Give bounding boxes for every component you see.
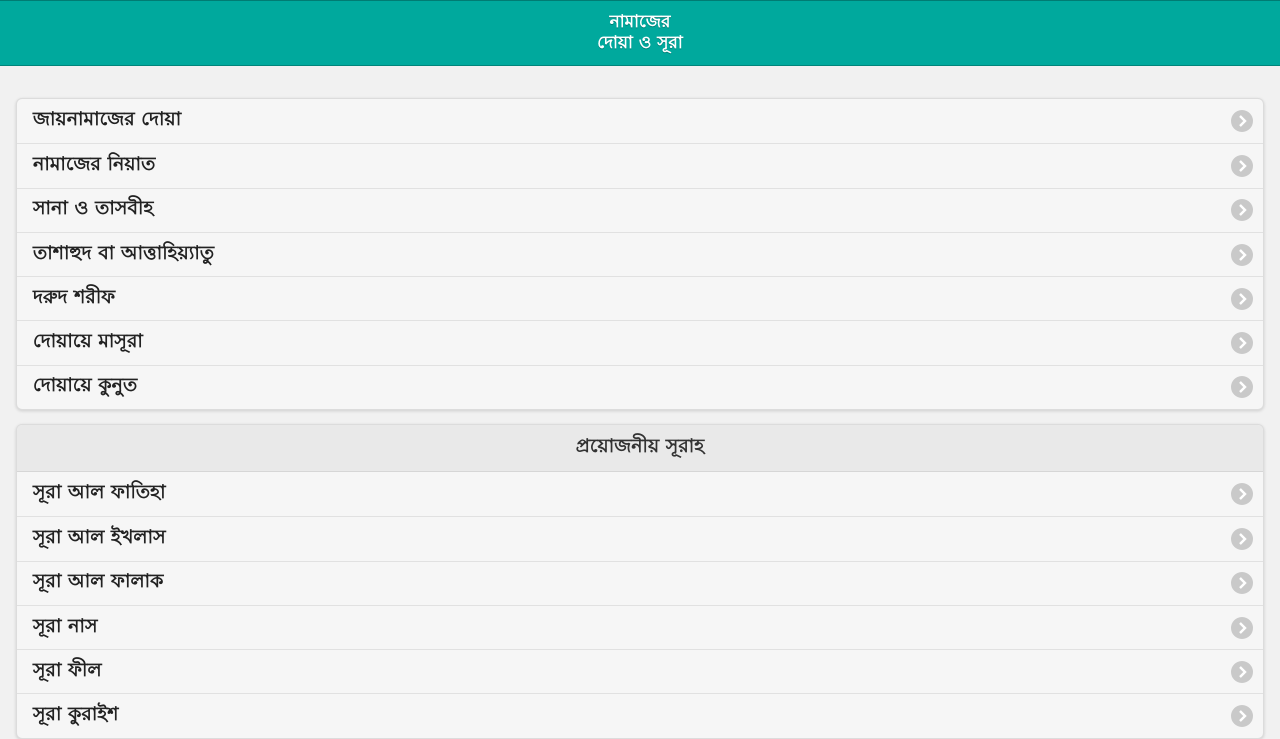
list-item-label: সূরা নাস: [33, 614, 98, 637]
chevron-right-icon: [1231, 616, 1253, 639]
list-item-label: দরুদ শরীফ: [33, 285, 116, 308]
list-item-label: তাশাহুদ বা আত্তাহিয়্যাতু: [33, 241, 215, 264]
list-item-dua-masura[interactable]: দোয়ায়ে মাসূরা: [17, 320, 1263, 364]
list-item-label: সূরা আল ফালাক: [33, 570, 164, 593]
list-item-label: দোয়ায়ে কুনুত: [33, 374, 138, 397]
list-item-sana-tasbih[interactable]: সানা ও তাসবীহ: [17, 187, 1263, 232]
chevron-right-icon: [1231, 660, 1253, 683]
list-item-surah-fil[interactable]: সূরা ফীল: [17, 649, 1263, 693]
list-item-label: নামাজের নিয়াত: [33, 152, 156, 175]
chevron-right-icon: [1231, 572, 1253, 595]
list-item-surah-nas[interactable]: সূরা নাস: [17, 604, 1263, 649]
chevron-right-icon: [1231, 110, 1253, 133]
list-item-label: জায়নামাজের দোয়া: [33, 108, 182, 131]
list-item-surah-falaq[interactable]: সূরা আল ফালাক: [17, 560, 1263, 605]
list-item-label: দোয়ায়ে মাসূরা: [33, 330, 143, 353]
surah-list: প্রয়োজনীয় সূরাহ সূরা আল ফাতিহা সূরা আল…: [16, 424, 1264, 739]
list-item-label: সূরা ফীল: [33, 658, 102, 681]
chevron-right-icon: [1231, 376, 1253, 399]
header-title-line1: নামাজের: [609, 12, 671, 32]
chevron-right-icon: [1231, 705, 1253, 728]
list-item-surah-fatiha[interactable]: সূরা আল ফাতিহা: [17, 472, 1263, 516]
header-title-line2: দোয়া ও সূরা: [597, 33, 683, 53]
chevron-right-icon: [1231, 199, 1253, 222]
chevron-right-icon: [1231, 287, 1253, 310]
list-item-surah-quraish[interactable]: সূরা কুরাইশ: [17, 693, 1263, 737]
chevron-right-icon: [1231, 154, 1253, 177]
list-item-label: সানা ও তাসবীহ: [33, 197, 154, 220]
dua-list: জায়নামাজের দোয়া নামাজের নিয়াত সানা ও …: [16, 98, 1264, 411]
list-item-label: সূরা আল ফাতিহা: [33, 481, 166, 504]
chevron-right-icon: [1231, 483, 1253, 506]
chevron-right-icon: [1231, 527, 1253, 550]
list-item-surah-ikhlas[interactable]: সূরা আল ইখলাস: [17, 516, 1263, 560]
chevron-right-icon: [1231, 332, 1253, 355]
list-item-jaynamaz-dua[interactable]: জায়নামাজের দোয়া: [17, 99, 1263, 143]
surah-list-heading: প্রয়োজনীয় সূরাহ: [17, 425, 1263, 472]
list-item-namaz-niyat[interactable]: নামাজের নিয়াত: [17, 143, 1263, 187]
list-item-label: সূরা আল ইখলাস: [33, 525, 166, 548]
list-item-dua-qunut[interactable]: দোয়ায়ে কুনুত: [17, 364, 1263, 409]
list-item-tashahhud[interactable]: তাশাহুদ বা আত্তাহিয়্যাতু: [17, 231, 1263, 276]
chevron-right-icon: [1231, 243, 1253, 266]
app-header: নামাজের দোয়া ও সূরা: [0, 0, 1280, 66]
list-item-durud-sharif[interactable]: দরুদ শরীফ: [17, 276, 1263, 320]
list-item-label: সূরা কুরাইশ: [33, 703, 119, 726]
